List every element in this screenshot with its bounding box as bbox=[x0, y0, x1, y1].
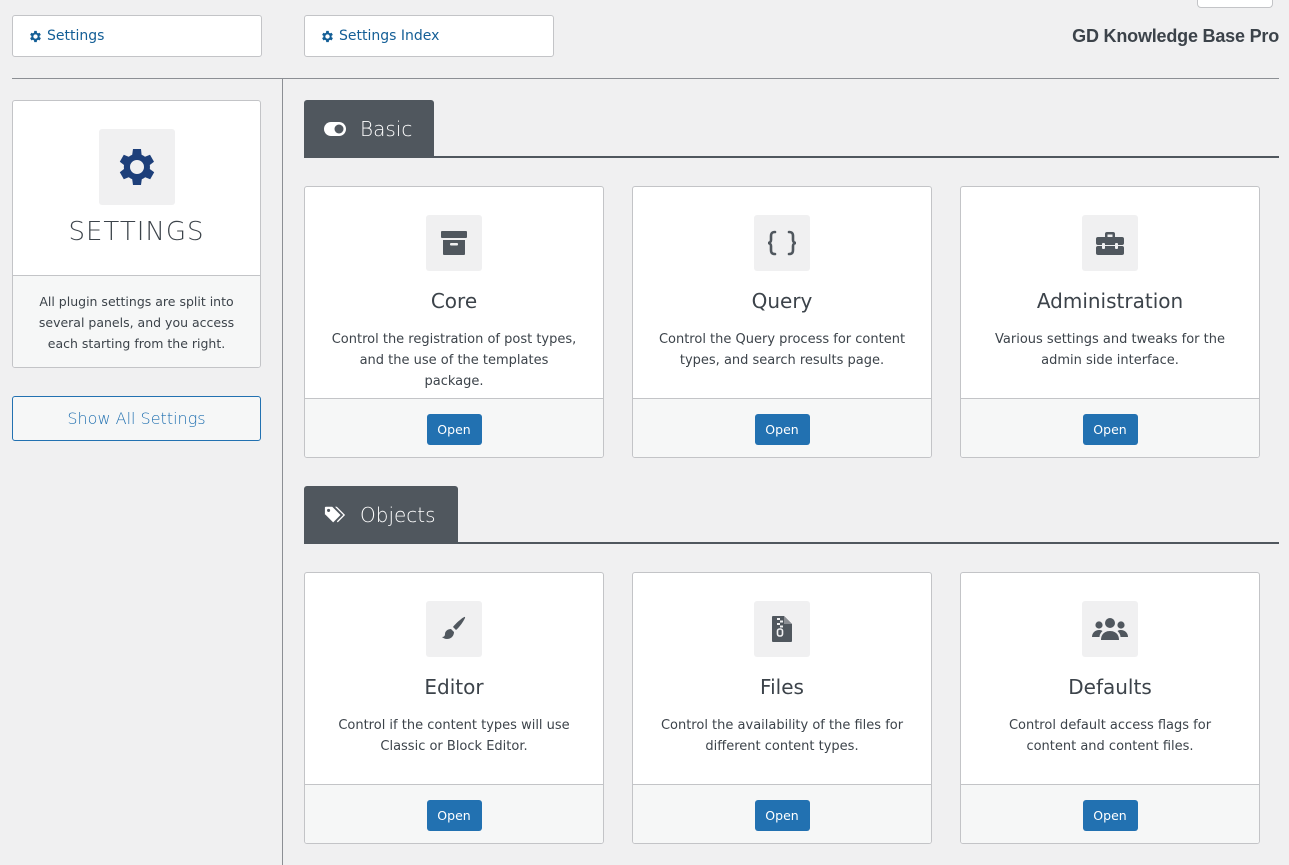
settings-nav-button[interactable]: Settings bbox=[12, 15, 262, 57]
open-defaults-button[interactable]: Open bbox=[1082, 799, 1138, 831]
section-tab-objects: Objects bbox=[304, 486, 458, 543]
open-core-button[interactable]: Open bbox=[426, 413, 482, 445]
panel-footer: Open bbox=[961, 398, 1259, 457]
sidebar-title: SETTINGS bbox=[68, 217, 205, 247]
panel-defaults: Defaults Control default access flags fo… bbox=[960, 572, 1260, 844]
help-tab[interactable] bbox=[1197, 0, 1273, 8]
toolbox-icon bbox=[1082, 215, 1138, 271]
panel-description: Control the Query process for content ty… bbox=[658, 332, 906, 368]
panel-footer: Open bbox=[305, 398, 603, 457]
settings-index-label: Settings Index bbox=[339, 28, 440, 44]
users-icon bbox=[1082, 601, 1138, 657]
braces-icon bbox=[754, 215, 810, 271]
panel-query: Query Control the Query process for cont… bbox=[632, 186, 932, 458]
panel-title: Files bbox=[760, 675, 804, 699]
section-divider-objects bbox=[304, 542, 1279, 544]
panel-editor: Editor Control if the content types will… bbox=[304, 572, 604, 844]
open-files-button[interactable]: Open bbox=[754, 799, 810, 831]
file-zipper-icon bbox=[754, 601, 810, 657]
settings-index-button[interactable]: Settings Index bbox=[304, 15, 554, 57]
panel-files: Files Control the availability of the fi… bbox=[632, 572, 932, 844]
panel-description: Control if the content types will use Cl… bbox=[338, 718, 570, 754]
tags-icon bbox=[324, 504, 346, 526]
panel-title: Query bbox=[751, 289, 813, 313]
panel-description: Control the registration of post types, … bbox=[331, 332, 577, 389]
show-all-settings-button[interactable]: Show All Settings bbox=[12, 396, 261, 441]
paintbrush-icon bbox=[426, 601, 482, 657]
panel-administration: Administration Various settings and twea… bbox=[960, 186, 1260, 458]
open-query-button[interactable]: Open bbox=[754, 413, 810, 445]
section-divider-basic bbox=[304, 156, 1279, 158]
panel-title: Editor bbox=[424, 675, 484, 699]
panel-footer: Open bbox=[961, 784, 1259, 843]
panel-footer: Open bbox=[305, 784, 603, 843]
sidebar-divider bbox=[282, 79, 283, 865]
toggle-icon bbox=[324, 118, 346, 140]
panel-footer: Open bbox=[633, 398, 931, 457]
open-editor-button[interactable]: Open bbox=[426, 799, 482, 831]
panel-description: Control the availability of the files fo… bbox=[660, 718, 904, 754]
section-label-objects: Objects bbox=[360, 502, 436, 527]
header-divider bbox=[12, 78, 1279, 79]
settings-info-card: SETTINGS All plugin settings are split i… bbox=[12, 100, 261, 368]
panel-description: Various settings and tweaks for the admi… bbox=[995, 332, 1225, 368]
gear-icon bbox=[28, 29, 43, 44]
panel-title: Core bbox=[430, 289, 478, 313]
plugin-brand: GD Knowledge Base Pro bbox=[1072, 26, 1279, 46]
panel-description: Control default access flags for content… bbox=[1008, 718, 1212, 754]
settings-nav-label: Settings bbox=[47, 28, 105, 44]
panel-footer: Open bbox=[633, 784, 931, 843]
panel-title: Administration bbox=[1036, 289, 1184, 313]
panel-core: Core Control the registration of post ty… bbox=[304, 186, 604, 458]
sidebar-description: All plugin settings are split into sever… bbox=[13, 275, 260, 367]
open-administration-button[interactable]: Open bbox=[1082, 413, 1138, 445]
archive-icon bbox=[426, 215, 482, 271]
panel-title: Defaults bbox=[1068, 675, 1152, 699]
gear-icon bbox=[99, 129, 175, 205]
section-tab-basic: Basic bbox=[304, 100, 435, 157]
section-label-basic: Basic bbox=[360, 116, 413, 141]
gear-icon bbox=[320, 29, 335, 44]
